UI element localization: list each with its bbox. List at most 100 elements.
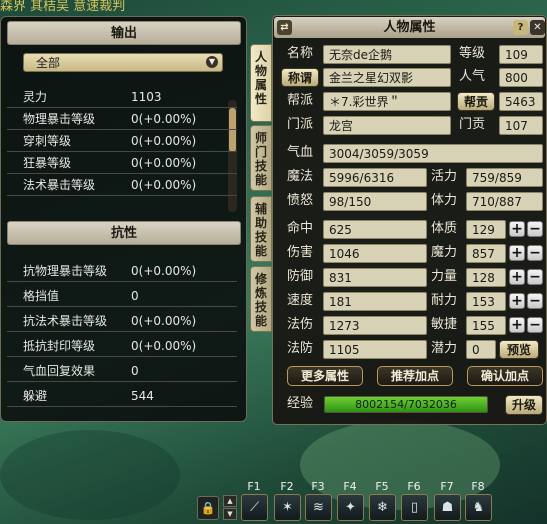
stat-value: 1273 [323, 316, 427, 335]
output-row-label: 法术暴击等级 [23, 178, 96, 192]
plus-icon[interactable]: + [509, 269, 525, 285]
minus-icon[interactable]: − [527, 269, 543, 285]
tab-character-attributes[interactable]: 人物属性 [250, 44, 272, 122]
sect-contribution-field: 107 [499, 116, 543, 135]
vitality-label: 活力 [431, 169, 458, 184]
output-row-value: 0(+0.00%) [131, 156, 197, 170]
row-divider [7, 151, 237, 152]
attr-constitution-label: 体质 [431, 221, 458, 236]
row-divider [7, 406, 237, 407]
minus-icon[interactable]: − [527, 221, 543, 237]
resist-header: 抗性 [7, 221, 241, 245]
output-row: 灵力 1103 [23, 87, 223, 107]
ice-skill-icon[interactable]: ✦ [337, 494, 364, 521]
spirit-skill-icon[interactable]: ♞ [465, 494, 492, 521]
stat-label: 伤害 [287, 245, 314, 260]
lock-icon[interactable]: 🔒 [197, 496, 219, 520]
output-row: 法术暴击等级 0(+0.00%) [23, 175, 223, 195]
bar-up-icon[interactable]: ▲ [223, 495, 237, 507]
title-field: 金兰之星幻双影 [323, 68, 451, 87]
exp-text: 8002154/7032036 [355, 398, 457, 411]
stat-value: 1105 [323, 340, 427, 359]
stat-value: 831 [323, 268, 427, 287]
bar-down-icon[interactable]: ▼ [223, 508, 237, 520]
dragon-skill-icon[interactable]: ✶ [274, 494, 301, 521]
tab-cultivation-skills[interactable]: 修炼技能 [250, 266, 272, 332]
hotkey-label: F5 [375, 480, 389, 493]
page-title: 人物属性 [383, 20, 436, 35]
contribution-button[interactable]: 帮贡 [457, 92, 495, 111]
output-row-value: 1103 [131, 90, 162, 104]
output-row-value: 0(+0.00%) [131, 112, 197, 126]
upgrade-button[interactable]: 升级 [505, 395, 543, 415]
slash-skill-icon[interactable]: ⟋ [241, 494, 268, 521]
anger-field: 98/150 [323, 192, 427, 211]
tab-label: 修炼技能 [255, 272, 268, 328]
more-attributes-button[interactable]: 更多属性 [287, 366, 363, 386]
row-divider [7, 129, 237, 130]
attr-potential-value: 0 [466, 340, 496, 359]
exp-bar: 8002154/7032036 [324, 396, 488, 413]
hp-field: 3004/3059/3059 [323, 144, 543, 163]
output-filter-select[interactable]: 全部 ▼ [23, 53, 223, 72]
confirm-points-button[interactable]: 确认加点 [467, 366, 543, 386]
resist-row-value: 544 [131, 389, 154, 403]
scrollbar-thumb[interactable] [229, 108, 236, 152]
minus-icon[interactable]: − [527, 317, 543, 333]
attr-endurance-value: 153 [466, 292, 506, 311]
attr-agility-value: 155 [466, 316, 506, 335]
minus-icon[interactable]: − [527, 245, 543, 261]
character-panel: ⇄ 人物属性 ? ✕ 名称 无奈de企鹅 等级 109 称谓 金兰之星幻双影 人… [272, 15, 547, 425]
close-icon[interactable]: ✕ [530, 20, 545, 35]
popularity-label: 人气 [459, 69, 486, 84]
plus-icon[interactable]: + [509, 221, 525, 237]
name-field: 无奈de企鹅 [323, 45, 451, 64]
resist-row: 抵抗封印等级 0(+0.00%) [23, 336, 223, 356]
output-row: 狂暴等级 0(+0.00%) [23, 153, 223, 173]
contribution-field: 5463 [499, 92, 543, 111]
minus-icon[interactable]: − [527, 293, 543, 309]
mp-field: 5996/6316 [323, 168, 427, 187]
recommend-points-button[interactable]: 推荐加点 [377, 366, 453, 386]
attr-potential-label: 潜力 [431, 341, 458, 356]
filter-selected-value: 全部 [36, 56, 61, 70]
vitality-field: 759/859 [466, 168, 543, 187]
output-row-label: 狂暴等级 [23, 156, 72, 170]
sect-field: 龙宫 [323, 116, 451, 135]
plus-icon[interactable]: + [509, 317, 525, 333]
row-divider [7, 331, 237, 332]
beast-skill-icon[interactable]: ☗ [434, 494, 461, 521]
frost-skill-icon[interactable]: ❄ [369, 494, 396, 521]
plus-icon[interactable]: + [509, 245, 525, 261]
resist-row-value: 0(+0.00%) [131, 264, 197, 278]
attr-constitution-value: 129 [466, 220, 506, 239]
output-row-label: 物理暴击等级 [23, 112, 96, 126]
tab-support-skills[interactable]: 辅助技能 [250, 196, 272, 262]
tab-label: 人物属性 [255, 50, 268, 106]
wave-skill-icon[interactable]: ≋ [305, 494, 332, 521]
row-divider [7, 107, 237, 108]
name-label: 名称 [287, 46, 314, 61]
resist-row-label: 抵抗封印等级 [23, 339, 96, 353]
help-icon[interactable]: ? [513, 20, 528, 35]
resist-row: 躲避 544 [23, 386, 223, 406]
faction-field: ＊7.彩世界＂ [323, 92, 451, 111]
item-icon[interactable]: ▯ [401, 494, 428, 521]
stamina-field: 710/887 [466, 192, 543, 211]
resist-row: 抗法术暴击等级 0(+0.00%) [23, 311, 223, 331]
attr-strength-label: 力量 [431, 269, 458, 284]
hotkey-label: F4 [343, 480, 357, 493]
popularity-field: 800 [499, 68, 543, 87]
swap-icon[interactable]: ⇄ [277, 20, 292, 35]
chevron-down-icon[interactable]: ▼ [206, 56, 218, 68]
stat-value: 625 [323, 220, 427, 239]
resist-row-label: 抗物理暴击等级 [23, 264, 108, 278]
output-resist-panel: 输出 全部 ▼ 灵力 1103 物理暴击等级 0(+0.00%) 穿刺等级 0(+0.00… [0, 16, 247, 422]
attr-magic-label: 魔力 [431, 245, 458, 260]
resist-row-value: 0 [131, 364, 139, 378]
anger-label: 愤怒 [287, 193, 314, 208]
title-button[interactable]: 称谓 [281, 68, 319, 87]
plus-icon[interactable]: + [509, 293, 525, 309]
preview-button[interactable]: 预览 [499, 340, 539, 359]
tab-sect-skills[interactable]: 师门技能 [250, 125, 272, 191]
